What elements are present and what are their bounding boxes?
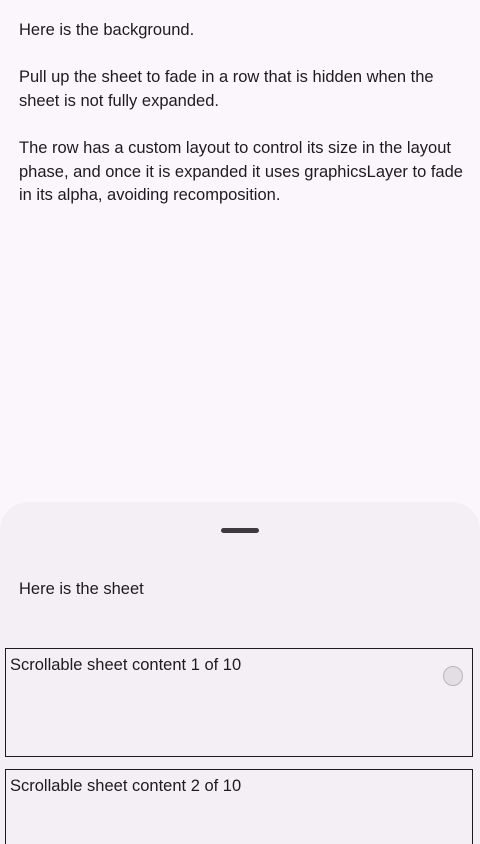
background-heading: Here is the background.: [19, 21, 195, 39]
background-description: The row has a custom layout to control i…: [19, 139, 463, 204]
sheet-title: Here is the sheet: [19, 580, 144, 598]
sheet-drag-handle[interactable]: [221, 528, 259, 533]
sheet-list-item[interactable]: Scrollable sheet content 1 of 10: [5, 648, 473, 757]
radio-button-icon[interactable]: [443, 666, 463, 686]
bottom-sheet[interactable]: Here is the sheet Scrollable sheet conte…: [0, 502, 480, 844]
sheet-list-item-label: Scrollable sheet content 2 of 10: [10, 777, 242, 795]
background-instruction: Pull up the sheet to fade in a row that …: [19, 68, 434, 110]
background-content: Here is the background. Pull up the shee…: [0, 0, 480, 520]
sheet-list-item[interactable]: Scrollable sheet content 2 of 10: [5, 769, 473, 844]
sheet-list-item-label: Scrollable sheet content 1 of 10: [10, 656, 242, 674]
